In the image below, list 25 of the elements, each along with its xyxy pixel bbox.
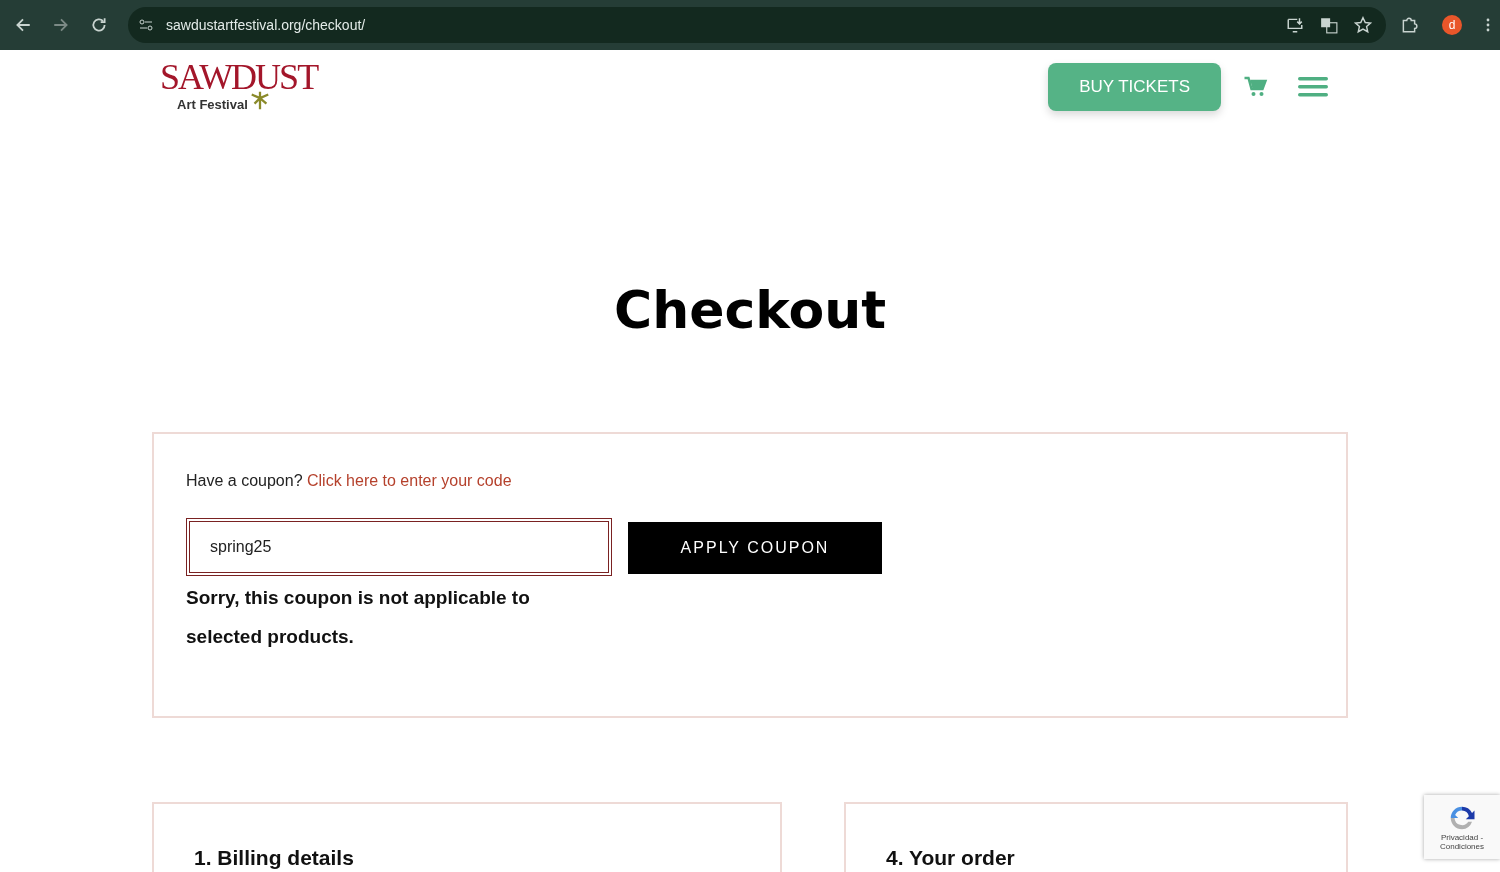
coupon-input-field[interactable]: spring25 (186, 518, 612, 576)
section-heading: 1. Billing details (194, 846, 355, 870)
logo-subtitle: Art Festival (177, 98, 248, 111)
recaptcha-footer[interactable]: Privacidad - Condiciones (1424, 833, 1500, 851)
recaptcha-badge[interactable]: Privacidad - Condiciones (1424, 795, 1500, 859)
page-title: Checkout (612, 284, 888, 336)
apply-coupon-button[interactable]: APPLY COUPON (628, 522, 882, 574)
coupon-link[interactable]: Click here to enter your code (307, 472, 512, 489)
profile-avatar[interactable]: d (1442, 15, 1462, 35)
section-heading: 4. Your order (886, 846, 1016, 870)
star-icon[interactable] (1354, 16, 1372, 34)
extensions-icon[interactable] (1400, 16, 1418, 34)
forward-icon[interactable] (52, 16, 70, 34)
more-menu-icon[interactable] (1486, 17, 1490, 33)
install-icon[interactable] (1286, 16, 1304, 34)
coupon-error-message: Sorry, this coupon is not applicable to selected products. (186, 586, 531, 649)
reload-icon[interactable] (90, 16, 108, 34)
logo-wordmark[interactable]: SAWDUST (160, 59, 318, 95)
menu-icon[interactable] (1298, 76, 1328, 98)
site-settings-icon[interactable] (138, 17, 154, 33)
url-text: sawdustartfestival.org/checkout/ (166, 17, 366, 33)
coupon-prompt: Have a coupon? (186, 472, 303, 489)
cart-icon[interactable] (1243, 75, 1268, 99)
address-bar[interactable]: sawdustartfestival.org/checkout/ (128, 7, 1386, 43)
back-icon[interactable] (14, 16, 32, 34)
